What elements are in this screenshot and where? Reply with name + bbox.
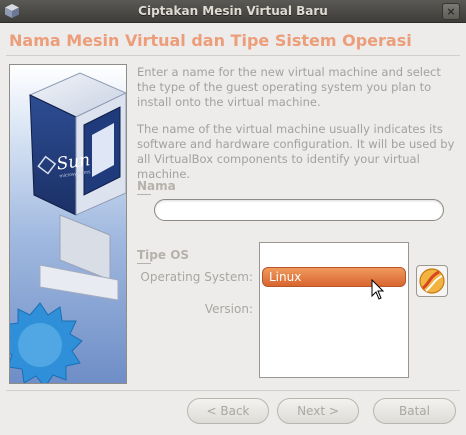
linux-os-icon (416, 265, 448, 297)
cancel-button[interactable]: Batal (373, 398, 456, 424)
mouse-cursor-icon (371, 279, 385, 300)
footer-divider (6, 390, 460, 391)
os-section-underline (137, 263, 151, 264)
window-titlebar: Ciptakan Mesin Virtual Baru × (0, 0, 466, 23)
version-label: Version: (204, 302, 253, 316)
operating-system-list[interactable]: Linux (259, 242, 409, 378)
description-text: Enter a name for the new virtual machine… (137, 65, 441, 109)
virtualbox-cube-illustration: Sun microsystems (10, 72, 126, 383)
os-section-label: Tipe OS (137, 248, 190, 262)
wizard-artwork: Sun microsystems (9, 64, 127, 384)
page-title: Nama Mesin Virtual dan Tipe Sistem Opera… (9, 31, 412, 50)
next-button[interactable]: Next > (277, 398, 359, 424)
divider (6, 55, 460, 56)
name-section-label: Nama (137, 179, 176, 193)
window-title: Ciptakan Mesin Virtual Baru (138, 4, 328, 18)
operating-system-label: Operating System: (140, 270, 253, 284)
back-button[interactable]: < Back (187, 398, 269, 424)
vm-name-input[interactable] (154, 199, 444, 221)
name-section-underline (137, 194, 151, 195)
close-icon[interactable]: × (442, 3, 460, 20)
description-text-2: The name of the virtual machine usually … (137, 122, 455, 181)
